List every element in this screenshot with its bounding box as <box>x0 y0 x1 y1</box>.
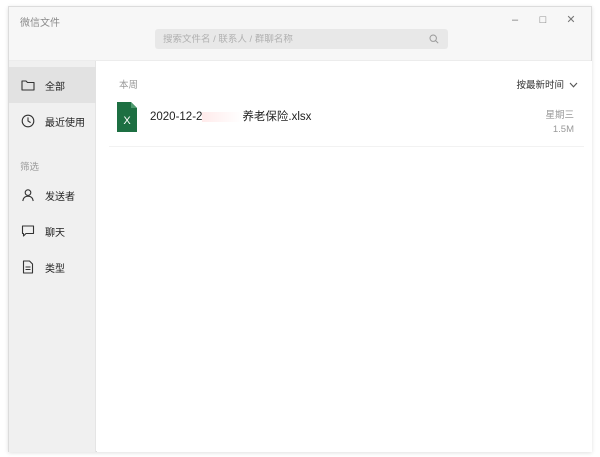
wechat-files-window: 微信文件 – □ ✕ 搜索文件名 / 联系人 / 群聊名称 全部 最近使用 筛选… <box>8 6 592 452</box>
minimize-icon: – <box>511 13 519 26</box>
minimize-button[interactable]: – <box>501 11 529 29</box>
folder-icon <box>20 77 36 93</box>
maximize-button[interactable]: □ <box>529 11 557 29</box>
sort-dropdown[interactable]: 按最新时间 <box>516 75 578 93</box>
sidebar-item-label: 聊天 <box>45 227 65 239</box>
file-day: 星期三 <box>545 110 574 121</box>
maximize-icon: □ <box>539 13 547 26</box>
sidebar-item-label: 类型 <box>45 263 65 275</box>
excel-letter: X <box>123 115 131 127</box>
title-bar: 微信文件 – □ ✕ <box>9 7 591 61</box>
window-title: 微信文件 <box>20 18 60 29</box>
person-icon <box>20 187 36 203</box>
search-box[interactable] <box>155 29 448 49</box>
sidebar-item-type[interactable]: 类型 <box>9 249 96 285</box>
chevron-down-icon <box>569 75 578 93</box>
week-group-label: 本周 <box>119 80 139 91</box>
file-list-item[interactable]: X 2020-12-2 养老保险.xlsx 星期三 1.5M <box>109 97 584 147</box>
sidebar-item-all[interactable]: 全部 <box>9 67 96 103</box>
sort-label: 按最新时间 <box>516 80 564 91</box>
search-input[interactable] <box>163 33 428 45</box>
sidebar-item-sender[interactable]: 发送者 <box>9 177 96 213</box>
sidebar-item-label: 最近使用 <box>45 117 85 129</box>
sidebar-item-recent[interactable]: 最近使用 <box>9 103 96 139</box>
chat-bubble-icon <box>20 223 36 239</box>
filter-section-label: 筛选 <box>20 162 40 173</box>
file-list-panel: 本周 按最新时间 X 2020-12-2 养老保险.xlsx 星期三 1.5M <box>97 61 592 452</box>
sidebar-item-chat[interactable]: 聊天 <box>9 213 96 249</box>
close-button[interactable]: ✕ <box>557 11 585 29</box>
excel-file-icon: X <box>117 102 137 132</box>
file-name-suffix: 养老保险.xlsx <box>242 111 312 123</box>
sidebar-item-label: 全部 <box>45 81 65 93</box>
file-name: 2020-12-2 养老保险.xlsx <box>150 108 311 124</box>
document-icon <box>20 259 36 275</box>
search-icon[interactable] <box>428 33 440 45</box>
file-size: 1.5M <box>552 124 574 135</box>
file-name-prefix: 2020-12-2 <box>150 111 203 123</box>
close-icon: ✕ <box>566 13 576 26</box>
window-controls: – □ ✕ <box>501 11 585 29</box>
sidebar-item-label: 发送者 <box>45 191 75 203</box>
clock-icon <box>20 113 36 129</box>
sidebar: 全部 最近使用 筛选 发送者 聊天 类型 <box>9 61 96 452</box>
redacted-name-segment <box>202 111 243 122</box>
